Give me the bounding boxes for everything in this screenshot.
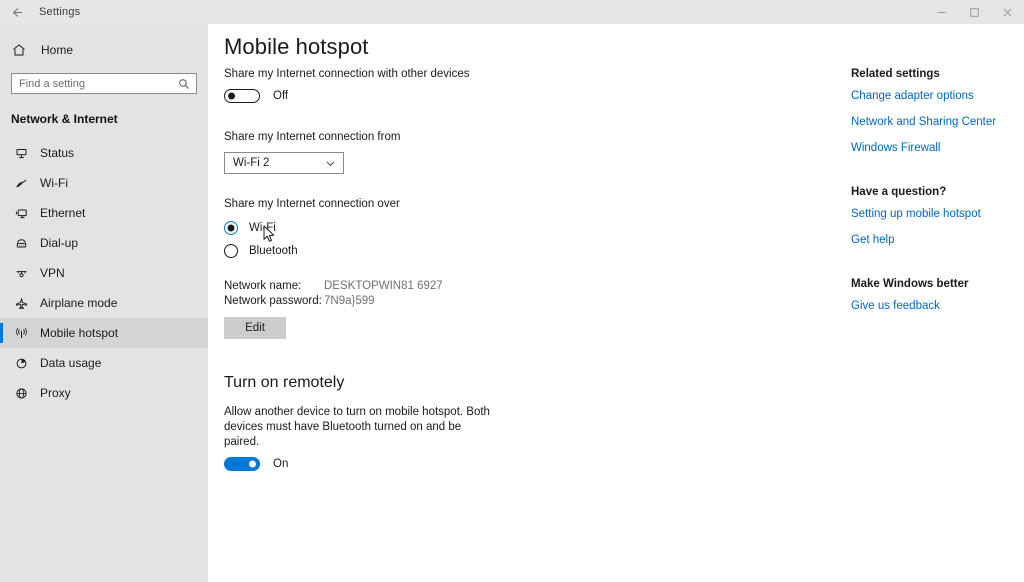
share-connection-label: Share my Internet connection with other … [224, 68, 470, 80]
close-button[interactable] [991, 0, 1024, 24]
share-from-label: Share my Internet connection from [224, 131, 401, 143]
turn-on-remotely-heading: Turn on remotely [224, 374, 345, 391]
sidebar-section-title: Network & Internet [11, 112, 118, 126]
link-windows-firewall[interactable]: Windows Firewall [851, 141, 1021, 156]
network-password-key: Network password: [224, 295, 322, 307]
vpn-icon [12, 267, 30, 280]
toggle-knob [228, 92, 235, 100]
share-from-group: Share my Internet connection from Wi-Fi … [224, 129, 644, 174]
share-from-dropdown[interactable]: Wi-Fi 2 [224, 152, 344, 174]
radio-option-bluetooth[interactable]: Bluetooth [224, 244, 644, 258]
sidebar-item-wifi[interactable]: Wi-Fi [0, 168, 208, 198]
home-icon [12, 43, 32, 57]
sidebar-item-airplane-mode[interactable]: Airplane mode [0, 288, 208, 318]
share-over-group: Share my Internet connection over Wi-Fi … [224, 196, 644, 258]
sidebar-item-proxy-label: Proxy [40, 386, 71, 400]
sidebar-item-wifi-label: Wi-Fi [40, 176, 68, 190]
search-icon [178, 77, 190, 95]
turn-on-remotely-toggle-state: On [273, 458, 289, 470]
share-over-label: Share my Internet connection over [224, 198, 400, 210]
sidebar: Home Network & Internet Status [0, 24, 208, 582]
radio-bluetooth-indicator [224, 244, 238, 258]
sidebar-item-home-label: Home [41, 43, 74, 57]
sidebar-item-mobile-hotspot[interactable]: Mobile hotspot [0, 318, 208, 348]
dialup-icon [12, 237, 30, 250]
turn-on-remotely-description: Allow another device to turn on mobile h… [224, 406, 490, 448]
sidebar-item-dialup[interactable]: Dial-up [0, 228, 208, 258]
have-a-question-heading: Have a question? [851, 186, 947, 198]
make-windows-better-heading: Make Windows better [851, 278, 969, 290]
link-get-help[interactable]: Get help [851, 233, 1021, 248]
hotspot-icon [12, 327, 30, 340]
sidebar-item-mobile-hotspot-label: Mobile hotspot [40, 326, 119, 340]
sidebar-item-vpn[interactable]: VPN [0, 258, 208, 288]
search-box[interactable] [11, 73, 197, 94]
sidebar-item-vpn-label: VPN [40, 266, 65, 280]
network-info-table: Network name: DESKTOPWIN81 6927 Network … [224, 280, 644, 339]
radio-option-wifi[interactable]: Wi-Fi [224, 221, 644, 235]
sidebar-item-dialup-label: Dial-up [40, 236, 79, 250]
sidebar-item-ethernet[interactable]: Ethernet [0, 198, 208, 228]
main-content: Mobile hotspot Share my Internet connect… [208, 24, 1024, 582]
title-bar-left: Settings [0, 0, 81, 24]
proxy-icon [12, 387, 30, 400]
network-name-row: Network name: DESKTOPWIN81 6927 [224, 280, 644, 295]
network-name-value: DESKTOPWIN81 6927 [324, 280, 443, 292]
sidebar-item-data-usage-label: Data usage [40, 356, 102, 370]
maximize-button[interactable] [958, 0, 991, 24]
share-connection-toggle[interactable] [224, 89, 260, 103]
search-input[interactable] [12, 74, 181, 93]
turn-on-remotely-toggle[interactable] [224, 457, 260, 471]
settings-column: Share my Internet connection with other … [224, 66, 644, 471]
back-arrow-icon[interactable] [0, 0, 34, 24]
sidebar-item-proxy[interactable]: Proxy [0, 378, 208, 408]
network-name-key: Network name: [224, 280, 302, 292]
share-from-selected-value: Wi-Fi 2 [233, 157, 270, 169]
page-title: Mobile hotspot [224, 34, 369, 59]
ethernet-icon [12, 207, 30, 220]
title-bar: Settings [0, 0, 1024, 24]
share-connection-toggle-row: Off [224, 89, 644, 103]
radio-wifi-indicator [224, 221, 238, 235]
sidebar-item-data-usage[interactable]: Data usage [0, 348, 208, 378]
share-connection-toggle-state: Off [273, 90, 289, 102]
sidebar-item-status[interactable]: Status [0, 138, 208, 168]
minimize-button[interactable] [925, 0, 958, 24]
turn-on-remotely-toggle-row: On [224, 457, 644, 471]
data-usage-icon [12, 357, 30, 370]
radio-bluetooth-label: Bluetooth [249, 245, 298, 257]
chevron-down-icon [325, 158, 336, 169]
related-settings-panel: Related settings Change adapter options … [851, 68, 1021, 325]
window-title: Settings [39, 6, 81, 18]
radio-wifi-label: Wi-Fi [249, 222, 276, 234]
wifi-icon [12, 177, 30, 190]
link-network-and-sharing-center[interactable]: Network and Sharing Center [851, 115, 1021, 130]
sidebar-nav-list: Status Wi-Fi Ethernet Dial-up VPN Airpla… [0, 138, 208, 408]
link-setting-up-mobile-hotspot[interactable]: Setting up mobile hotspot [851, 207, 1021, 222]
link-change-adapter-options[interactable]: Change adapter options [851, 89, 1021, 104]
network-password-row: Network password: 7N9a}599 [224, 295, 644, 310]
sidebar-item-status-label: Status [40, 146, 75, 160]
related-settings-heading: Related settings [851, 68, 940, 80]
airplane-icon [12, 297, 30, 310]
sidebar-item-home[interactable]: Home [0, 38, 208, 62]
edit-button[interactable]: Edit [224, 317, 286, 339]
toggle-knob [249, 460, 256, 468]
network-password-value: 7N9a}599 [324, 295, 375, 307]
link-give-us-feedback[interactable]: Give us feedback [851, 299, 1021, 314]
sidebar-item-ethernet-label: Ethernet [40, 206, 86, 220]
status-icon [12, 147, 30, 160]
sidebar-item-airplane-mode-label: Airplane mode [40, 296, 118, 310]
caption-buttons [925, 0, 1024, 24]
settings-window: Settings Home Find a setting Network & I… [0, 0, 1024, 582]
